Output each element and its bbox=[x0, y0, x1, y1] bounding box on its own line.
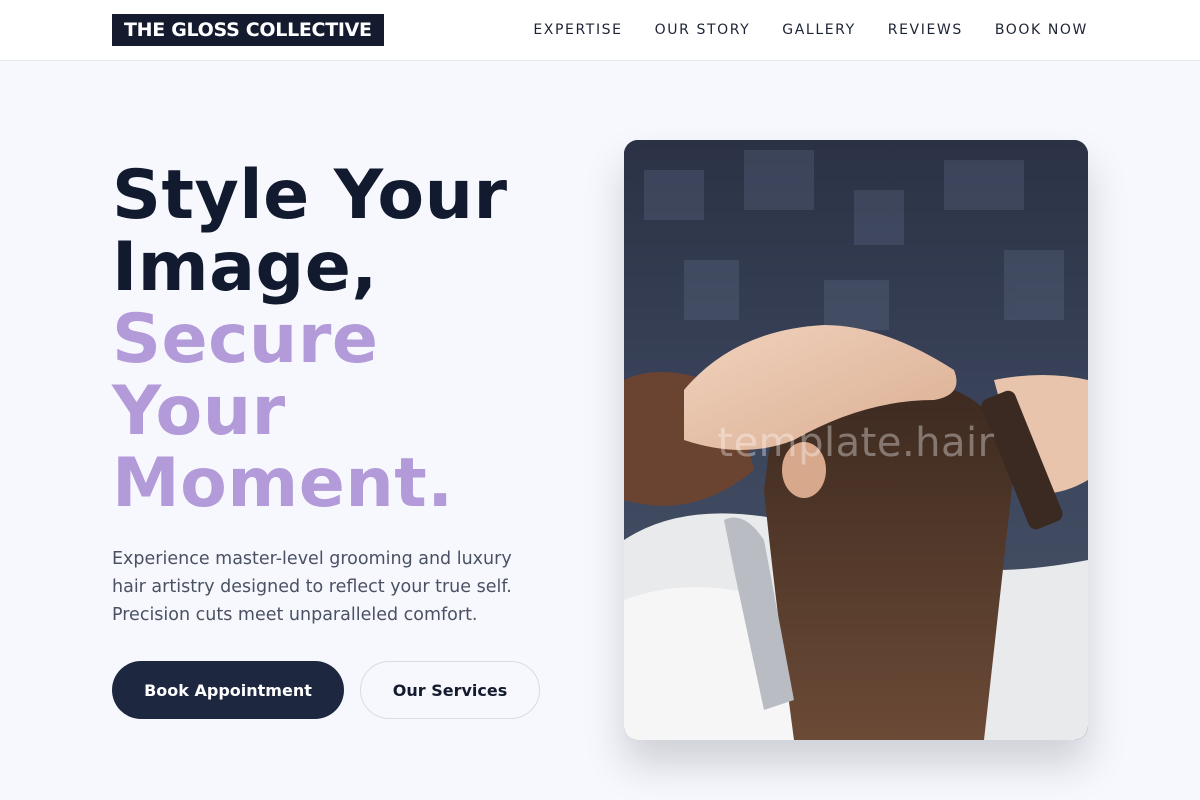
hero-description: Experience master-level grooming and lux… bbox=[112, 549, 512, 625]
headline-accent-line-1: Secure bbox=[112, 300, 379, 379]
main-nav: EXPERTISE OUR STORY GALLERY REVIEWS BOOK… bbox=[533, 0, 1088, 60]
headline-line-2: Image, bbox=[112, 228, 378, 307]
nav-link-book-now[interactable]: BOOK NOW bbox=[995, 22, 1088, 38]
nav-link-reviews[interactable]: REVIEWS bbox=[888, 22, 963, 38]
headline-line-1: Style Your bbox=[112, 156, 508, 235]
headline-accent-line-2: Your bbox=[112, 372, 286, 451]
nav-link-our-story[interactable]: OUR STORY bbox=[655, 22, 751, 38]
nav-link-gallery[interactable]: GALLERY bbox=[782, 22, 855, 38]
image-watermark: template.hair bbox=[717, 420, 995, 466]
hero-headline: Style Your Image, Secure Your Moment. bbox=[112, 160, 582, 520]
book-appointment-button[interactable]: Book Appointment bbox=[112, 661, 344, 719]
hero-photo: template.hair bbox=[624, 140, 1088, 740]
nav-link-expertise[interactable]: EXPERTISE bbox=[533, 22, 622, 38]
headline-accent-line-3: Moment. bbox=[112, 444, 454, 523]
our-services-button[interactable]: Our Services bbox=[360, 661, 540, 719]
brand-logo[interactable]: THE GLOSS COLLECTIVE bbox=[112, 14, 384, 46]
site-header: THE GLOSS COLLECTIVE EXPERTISE OUR STORY… bbox=[0, 0, 1200, 61]
